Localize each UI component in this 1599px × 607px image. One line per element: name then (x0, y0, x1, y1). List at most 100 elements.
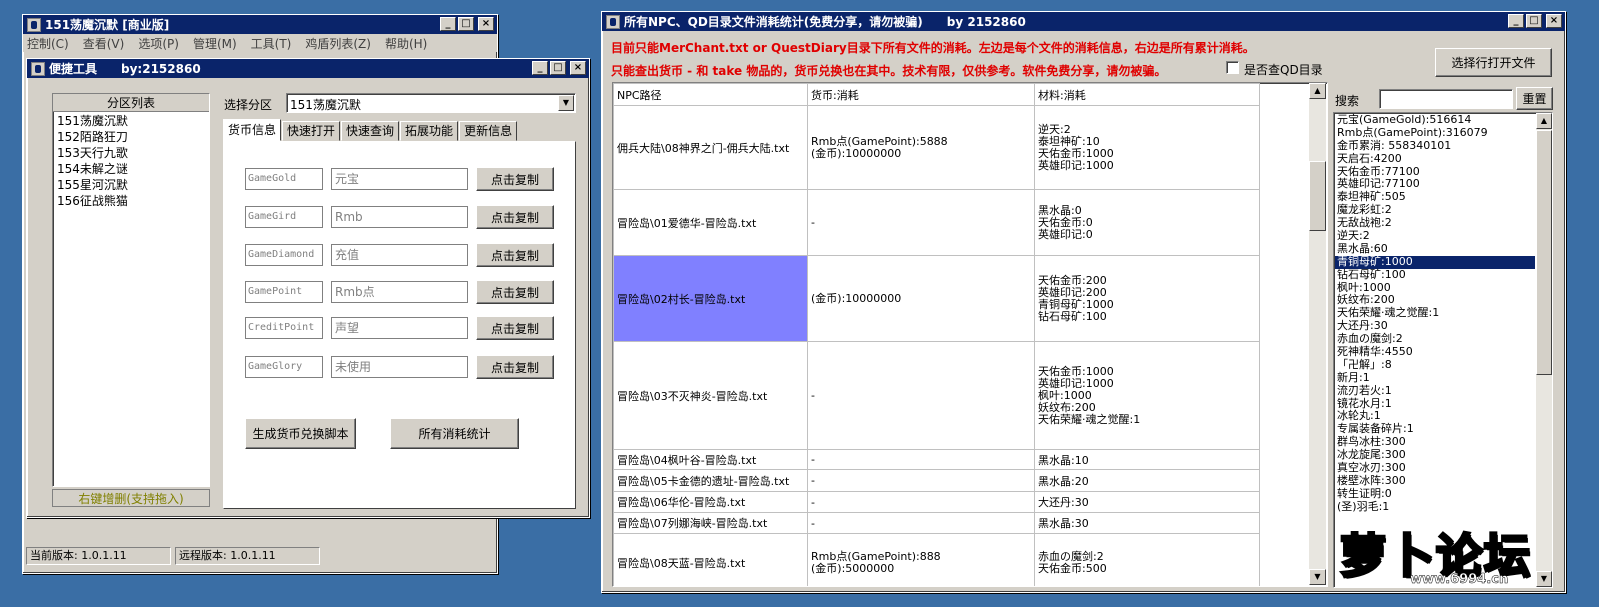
copy-button[interactable]: 点击复制 (476, 280, 554, 304)
menu-options[interactable]: 选项(P) (138, 35, 179, 52)
menu-help[interactable]: 帮助(H) (385, 35, 427, 52)
table-row[interactable]: 冒险岛\03不灭神炎-冒险岛.txt - 天佑金币:1000 英雄印记:1000 枫… (613, 341, 1260, 450)
scroll-up-arrow-icon[interactable]: ▲ (1309, 83, 1326, 99)
cell-currency[interactable]: - (807, 469, 1035, 492)
cell-currency[interactable]: - (807, 189, 1035, 256)
cell-path[interactable]: 佣兵大陆\08神界之门-佣兵大陆.txt (613, 105, 808, 190)
cell-materials[interactable]: 逆天:2 泰坦神矿:10 天佑金币:1000 英雄印记:1000 (1034, 105, 1260, 190)
copy-button[interactable]: 点击复制 (476, 205, 554, 229)
cell-materials[interactable]: 黑水晶:20 (1034, 469, 1260, 492)
currency-name-field[interactable]: 元宝 (331, 168, 468, 190)
main-window-titlebar[interactable]: 151荡魔沉默 [商业版] _ □ × (23, 15, 497, 34)
tab-update-info[interactable]: 更新信息 (459, 121, 518, 141)
currency-key-field[interactable]: GameGold (245, 168, 323, 190)
partition-item[interactable]: 153天行九歌 (53, 145, 209, 161)
tool-window-titlebar[interactable]: 便捷工具 by:2152860 _ □ × (27, 59, 589, 78)
totals-item[interactable]: 天启石:4200 (1335, 152, 1535, 166)
currency-key-field[interactable]: GameGlory (245, 356, 323, 378)
currency-key-field[interactable]: GameGird (245, 206, 323, 228)
totals-item-selected[interactable]: 青铜母矿:1000 (1335, 255, 1535, 269)
cell-path[interactable]: 冒险岛\04枫叶谷-冒险岛.txt (613, 449, 808, 470)
tab-currency-info[interactable]: 货币信息 (223, 119, 282, 141)
currency-name-field[interactable]: Rmb点 (331, 281, 468, 303)
tab-quick-open[interactable]: 快速打开 (282, 121, 341, 141)
cell-currency[interactable]: Rmb点(GamePoint):888 (金币):5000000 (807, 533, 1035, 586)
table-row[interactable]: 佣兵大陆\08神界之门-佣兵大陆.txt Rmb点(GamePoint):588… (613, 105, 1260, 190)
partition-item[interactable]: 155星河沉默 (53, 177, 209, 193)
menu-manage[interactable]: 管理(M) (193, 35, 237, 52)
cell-materials[interactable]: 大还丹:30 (1034, 491, 1260, 513)
minimize-icon[interactable]: _ (440, 17, 456, 31)
totals-item[interactable]: 楼壁冰阵:300 (1335, 474, 1535, 488)
maximize-icon[interactable]: □ (550, 61, 566, 75)
generate-exchange-script-button[interactable]: 生成货币兑换脚本 (245, 418, 356, 449)
totals-item[interactable]: 元宝(GameGold):516614 (1335, 113, 1535, 127)
menu-shield-list[interactable]: 鸡盾列表(Z) (305, 35, 371, 52)
table-row[interactable]: 冒险岛\06华伦-冒险岛.txt - 大还丹:30 (613, 491, 1260, 513)
cell-currency[interactable]: - (807, 512, 1035, 534)
cell-currency[interactable]: Rmb点(GamePoint):5888 (金币):10000000 (807, 105, 1035, 190)
maximize-icon[interactable]: □ (458, 17, 474, 31)
currency-name-field[interactable]: 声望 (331, 317, 468, 339)
partition-item[interactable]: 151荡魔沉默 (53, 113, 209, 129)
qd-directory-checkbox[interactable] (1226, 61, 1239, 74)
partition-item[interactable]: 152陌路狂刀 (53, 129, 209, 145)
table-row[interactable]: 冒险岛\05卡金德的遗址-冒险岛.txt - 黑水晶:20 (613, 469, 1260, 492)
partition-item[interactable]: 154未解之谜 (53, 161, 209, 177)
cell-materials[interactable]: 黑水晶:0 天佑金币:0 英雄印记:0 (1034, 189, 1260, 256)
column-header-npc-path[interactable]: NPC路径 (613, 83, 808, 106)
menu-view[interactable]: 查看(V) (83, 35, 125, 52)
table-vertical-scrollbar[interactable]: ▲ ▼ (1309, 83, 1326, 585)
minimize-icon[interactable]: _ (1508, 14, 1524, 28)
menu-tools[interactable]: 工具(T) (251, 35, 292, 52)
totals-item[interactable]: 转生证明:0 (1335, 487, 1535, 501)
table-row[interactable]: 冒险岛\07列娜海峡-冒险岛.txt - 黑水晶:30 (613, 512, 1260, 534)
totals-item[interactable]: 新月:1 (1335, 371, 1535, 385)
tab-extensions[interactable]: 拓展功能 (400, 121, 459, 141)
currency-name-field[interactable]: 未使用 (331, 356, 468, 378)
totals-item[interactable]: 真空冰刃:300 (1335, 461, 1535, 475)
dropdown-arrow-icon[interactable]: ▼ (558, 95, 574, 111)
minimize-icon[interactable]: _ (532, 61, 548, 75)
stats-window-titlebar[interactable]: 所有NPC、QD目录文件消耗统计(免费分享，请勿被骗) by 2152860 _… (602, 12, 1565, 31)
totals-item[interactable]: 「卍解」:8 (1335, 358, 1535, 372)
totals-item[interactable]: 死神精华:4550 (1335, 345, 1535, 359)
maximize-icon[interactable]: □ (1526, 14, 1542, 28)
totals-item[interactable]: (圣)羽毛:1 (1335, 500, 1535, 514)
totals-item[interactable]: 黑水晶:60 (1335, 242, 1535, 256)
copy-button[interactable]: 点击复制 (476, 316, 554, 340)
cell-path[interactable]: 冒险岛\07列娜海峡-冒险岛.txt (613, 512, 808, 534)
partition-select[interactable]: 151荡魔沉默 ▼ (286, 93, 576, 113)
partition-item[interactable]: 156征战熊猫 (53, 193, 209, 209)
totals-item[interactable]: 金币累消: 558340101 (1335, 139, 1535, 153)
copy-button[interactable]: 点击复制 (476, 355, 554, 379)
open-selected-file-button[interactable]: 选择行打开文件 (1435, 48, 1552, 77)
copy-button[interactable]: 点击复制 (476, 243, 554, 267)
scroll-down-arrow-icon[interactable]: ▼ (1309, 569, 1326, 585)
reset-button[interactable]: 重置 (1516, 87, 1553, 110)
totals-item[interactable]: Rmb点(GamePoint):316079 (1335, 126, 1535, 140)
cell-currency[interactable]: (金币):10000000 (807, 255, 1035, 342)
cell-path[interactable]: 冒险岛\06华伦-冒险岛.txt (613, 491, 808, 513)
table-row[interactable]: 冒险岛\01爱德华-冒险岛.txt - 黑水晶:0 天佑金币:0 英雄印记:0 (613, 189, 1260, 256)
copy-button[interactable]: 点击复制 (476, 167, 554, 191)
cell-path[interactable]: 冒险岛\05卡金德的遗址-冒险岛.txt (613, 469, 808, 492)
table-row-selected[interactable]: 冒险岛\02村长-冒险岛.txt (金币):10000000 天佑金币:200 英… (613, 255, 1260, 342)
cell-currency[interactable]: - (807, 491, 1035, 513)
scroll-thumb[interactable] (1309, 161, 1326, 231)
totals-item[interactable]: 逆天:2 (1335, 229, 1535, 243)
close-icon[interactable]: × (1546, 14, 1562, 28)
table-row[interactable]: 冒险岛\08天蓝-冒险岛.txt Rmb点(GamePoint):888 (金币)… (613, 533, 1260, 586)
cell-currency[interactable]: - (807, 341, 1035, 450)
cell-materials[interactable]: 赤血の魔剑:2 天佑金币:500 (1034, 533, 1260, 586)
cell-materials[interactable]: 天佑金币:200 英雄印记:200 青铜母矿:1000 钻石母矿:100 (1034, 255, 1260, 342)
tab-quick-query[interactable]: 快速查询 (341, 121, 400, 141)
scroll-up-arrow-icon[interactable]: ▲ (1536, 113, 1552, 129)
search-input[interactable] (1379, 89, 1513, 109)
totals-vertical-scrollbar[interactable]: ▲ ▼ (1536, 113, 1552, 587)
currency-key-field[interactable]: GameDiamond (245, 244, 323, 266)
currency-name-field[interactable]: 充值 (331, 244, 468, 266)
close-icon[interactable]: × (570, 61, 586, 75)
totals-item[interactable]: 流刃若火:1 (1335, 384, 1535, 398)
currency-key-field[interactable]: CreditPoint (245, 317, 323, 339)
